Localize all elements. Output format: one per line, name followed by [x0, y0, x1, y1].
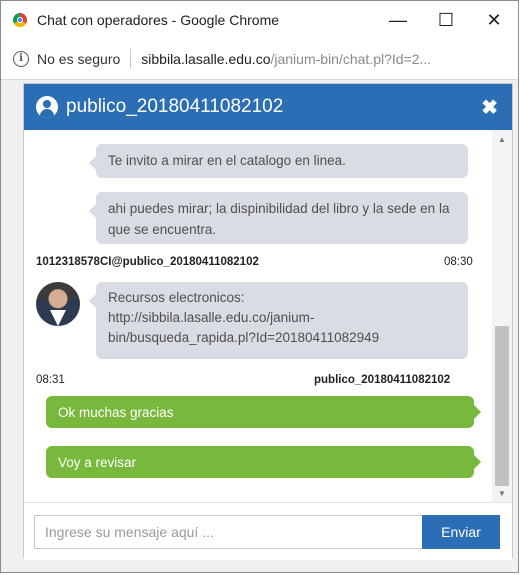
operator-message: Te invito a mirar en el catalogo en line… — [89, 144, 468, 178]
operator-avatar — [36, 282, 80, 326]
message-line: Recursos electronicos: — [108, 290, 245, 305]
user-message: Ok muchas gracias — [46, 396, 481, 428]
url-host[interactable]: sibbila.lasalle.edu.co — [141, 51, 270, 67]
address-divider — [130, 49, 132, 69]
message-list: Te invito a mirar en el catalogo en line… — [24, 130, 494, 502]
message-time: 08:30 — [444, 256, 473, 268]
user-icon — [36, 96, 58, 118]
message-input[interactable] — [34, 515, 422, 549]
window-controls: — ☐ ✕ — [374, 1, 518, 39]
maximize-button[interactable]: ☐ — [422, 1, 470, 39]
info-icon[interactable]: i — [13, 51, 29, 67]
message-sender: 1012318578CI@publico_20180411082102 — [36, 256, 259, 268]
chat-header: publico_20180411082102 ✖ — [24, 84, 512, 130]
user-message: Voy a revisar — [46, 446, 481, 478]
chat-title: publico_20180411082102 — [66, 96, 284, 117]
security-label[interactable]: No es seguro — [37, 51, 120, 67]
address-bar[interactable]: i No es seguro sibbila.lasalle.edu.co /j… — [1, 39, 518, 80]
operator-message: ahi puedes mirar; la dispinibilidad del … — [89, 192, 468, 244]
title-bar: Chat con operadores - Google Chrome — ☐ … — [1, 1, 518, 39]
send-button[interactable]: Enviar — [422, 515, 500, 549]
chrome-icon — [13, 13, 27, 27]
browser-window: Chat con operadores - Google Chrome — ☐ … — [0, 0, 519, 573]
message-input-row: Enviar — [24, 502, 512, 560]
chat-panel: publico_20180411082102 ✖ Te invito a mir… — [23, 83, 513, 560]
close-window-button[interactable]: ✕ — [470, 1, 518, 39]
message-time: 08:31 — [36, 374, 65, 386]
url-path[interactable]: /janium-bin/chat.pl?Id=2... — [270, 51, 431, 67]
scroll-thumb[interactable] — [495, 326, 509, 486]
message-line: bin/busqueda_rapida.pl?Id=20180411082949 — [108, 330, 380, 345]
operator-message: Recursos electronicos: http://sibbila.la… — [89, 282, 468, 359]
chat-scrollbar[interactable]: ▲ ▼ — [492, 130, 512, 502]
scroll-down-arrow-icon[interactable]: ▼ — [492, 486, 512, 500]
scroll-up-arrow-icon[interactable]: ▲ — [492, 132, 512, 146]
close-chat-icon[interactable]: ✖ — [481, 95, 498, 120]
message-sender: publico_20180411082102 — [314, 374, 451, 386]
window-title: Chat con operadores - Google Chrome — [37, 12, 280, 28]
minimize-button[interactable]: — — [374, 1, 422, 39]
message-line: http://sibbila.lasalle.edu.co/janium- — [108, 310, 315, 325]
